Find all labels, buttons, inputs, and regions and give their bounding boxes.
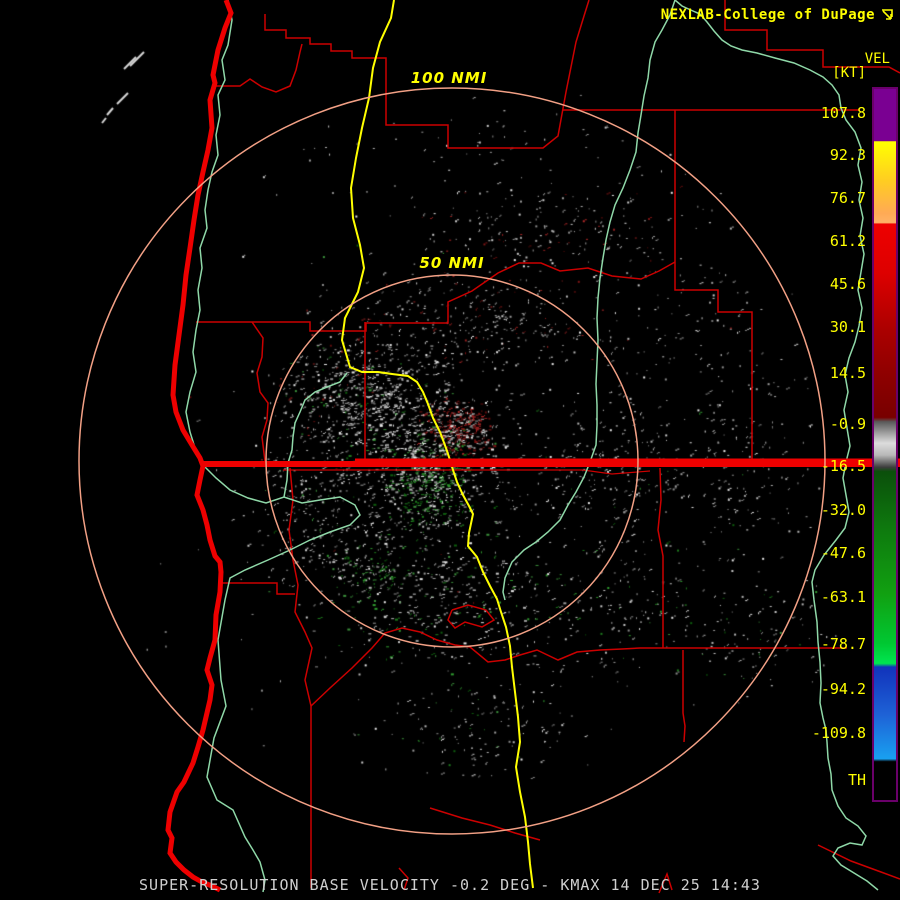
colorbar-tick-label: 61.2 xyxy=(829,232,866,250)
colorbar-tick-label: -32.0 xyxy=(820,501,866,519)
colorbar-tick-label: 14.5 xyxy=(829,364,866,382)
colorbar-tick-label: 30.1 xyxy=(829,318,866,336)
county-vertical-b xyxy=(251,321,269,462)
county-loop-south xyxy=(447,604,496,629)
river-branch-west xyxy=(283,372,348,498)
colorbar-tick-label: -16.5 xyxy=(820,457,866,475)
colorbar-tick-label: -94.2 xyxy=(820,680,866,698)
site-credit[interactable]: NEXLAB-College of DuPage xyxy=(661,7,894,23)
colorbar-unit-label: [KT] xyxy=(832,65,866,81)
colorbar-title: VEL xyxy=(864,51,890,67)
range-ring-label: 50 NMI xyxy=(415,254,489,272)
colorbar-threshold-label: TH xyxy=(847,771,866,789)
county-south-vertical xyxy=(288,467,313,888)
colorbar-tick-label: -109.8 xyxy=(811,724,866,742)
product-caption: SUPER-RESOLUTION BASE VELOCITY -0.2 DEG … xyxy=(139,876,761,894)
county-east-vertical xyxy=(674,110,753,461)
county-mid-horizontal xyxy=(196,261,676,332)
state-coastline-south xyxy=(165,465,224,893)
county-corner-diagonal xyxy=(817,844,900,880)
colorbar-tick-label: 92.3 xyxy=(829,146,866,164)
colorbar-tick-label: -63.1 xyxy=(820,588,866,606)
range-ring-label: 100 NMI xyxy=(406,69,492,87)
colorbar-tick-label: 107.8 xyxy=(820,104,866,122)
cod-logo-icon xyxy=(882,9,893,20)
site-credit-label: NEXLAB-College of DuPage xyxy=(660,7,875,23)
map-overlay xyxy=(78,0,900,894)
colorbar-tick-label: -47.6 xyxy=(820,544,866,562)
highway-main xyxy=(340,0,534,889)
county-southeast-vertical xyxy=(657,467,664,648)
river-east-main xyxy=(502,0,676,601)
river-klamath xyxy=(204,466,361,893)
radar-display[interactable]: NEXLAB-College of DuPage VEL [KT] 107.8 9… xyxy=(0,0,900,900)
county-southeast-vertical-b xyxy=(682,650,686,743)
colorbar-tick-label: -0.9 xyxy=(829,415,866,433)
county-south-wiggle xyxy=(310,627,847,707)
state-coastline-north xyxy=(170,0,234,467)
colorbar-tick-label: 45.6 xyxy=(829,275,866,293)
colorbar-tick-label: 76.7 xyxy=(829,189,866,207)
velocity-color-scale xyxy=(872,87,898,802)
river-far-east xyxy=(674,0,879,891)
county-sub-state xyxy=(283,469,651,475)
county-coast-branch-south xyxy=(222,582,295,595)
colorbar-tick-label: -78.7 xyxy=(820,635,866,653)
